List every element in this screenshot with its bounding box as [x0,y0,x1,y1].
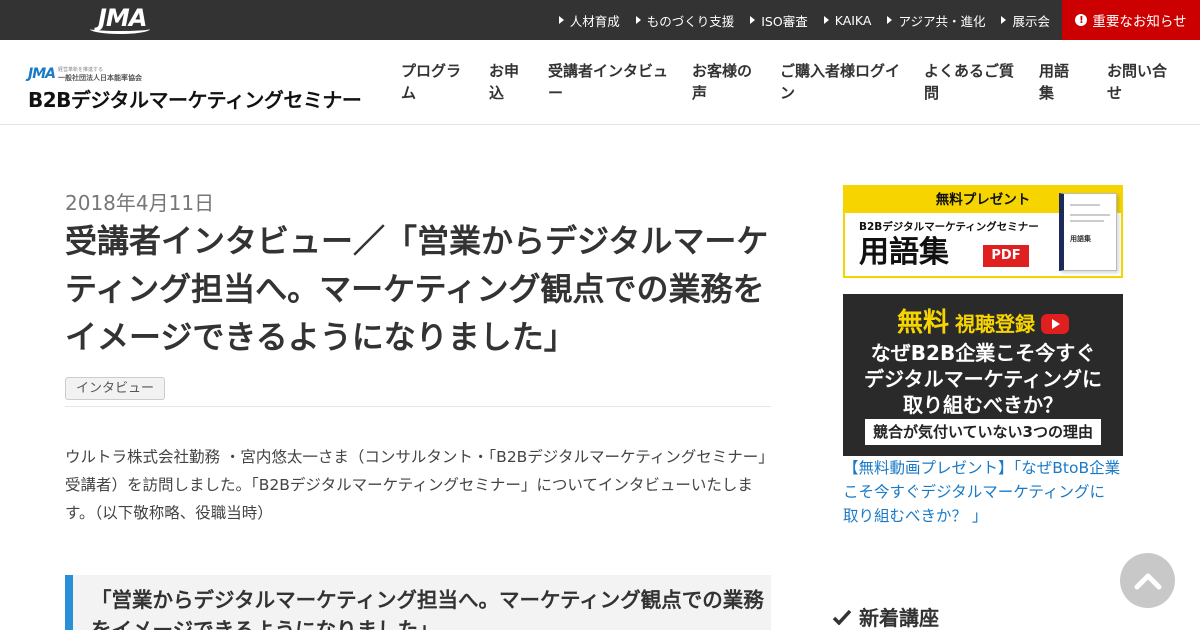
top-link-exhibition[interactable]: 展示会 [1001,11,1050,30]
nav-item-faq[interactable]: よくあるご質問 [924,60,1018,104]
category-tag[interactable]: インタビュー [65,377,166,400]
caret-right-icon [558,16,564,24]
free-video-link[interactable]: 【無料動画プレゼント】「なぜBtoB企業こそ今すぐデジタルマーケティングに 取り… [843,456,1125,528]
top-link-label: ものづくり支援 [646,13,735,29]
free-label: 無料 [896,308,949,338]
banner-row-top: 無料 視聴登録 [843,302,1123,339]
exclamation-icon: ! [1075,14,1088,26]
register-label: 視聴登録 [955,312,1035,336]
banner-footer: 競合が気付いていない3つの理由 [865,419,1101,445]
banner-big-text: 用語集 [859,235,949,270]
logo-org-name: 一般社団法人日本能率協会 [57,74,142,82]
banner-body: なぜB2B企業こそ今すぐ デジタルマーケティングに 取り組むべきか？ [843,340,1123,418]
divider [65,406,771,407]
banner-line: デジタルマーケティングに [864,367,1102,391]
notice-label: 重要なお知らせ [1092,14,1187,30]
logo-swoosh [90,24,150,34]
logo-mark: JMA [28,66,56,82]
logo-tagline: 経営革新を推進する [57,67,103,73]
check-icon [833,609,851,625]
nav-item-contact[interactable]: お問い合せ [1107,60,1171,104]
top-links: 人材育成 ものづくり支援 ISO審査 KAIKA アジア共・進化 展示会 [543,0,1050,40]
chevron-up-icon [1134,573,1161,589]
important-notice-button[interactable]: ! 重要なお知らせ [1062,0,1200,40]
quote-heading: 「営業からデジタルマーケティング担当へ。マーケティング観点での業務をイメージでき… [65,575,771,630]
back-to-top-button[interactable] [1120,553,1175,608]
top-link-label: KAIKA [834,12,872,28]
caret-right-icon [1001,16,1007,24]
top-link-label: 人材育成 [569,13,620,29]
post-title: 受講者インタビュー／「営業からデジタルマーケティング担当へ。マーケティング観点で… [65,222,769,356]
top-link-label: 展示会 [1012,13,1050,29]
top-bar: JMA 人材育成 ものづくり支援 ISO審査 KAIKA アジア共・進化 展示会… [0,0,1200,40]
pdf-badge: PDF [983,245,1029,267]
nav-item-interview[interactable]: 受講者インタビュー [548,60,672,104]
banner-line: 取り組むべきか？ [903,393,1063,417]
jma-logo[interactable]: JMA [90,4,162,36]
nav-item-login[interactable]: ご購入者様ログイン [780,60,904,104]
top-link-jinzai[interactable]: 人材育成 [558,11,620,30]
glossary-banner[interactable]: 無料プレゼント B2Bデジタルマーケティングセミナー 用語集 PDF 用語集 [843,185,1123,278]
nav-item-program[interactable]: プログラム [401,60,465,104]
top-link-label: ISO審査 [761,13,808,29]
top-link-monozukuri[interactable]: ものづくり支援 [635,11,735,30]
nav-item-voice[interactable]: お客様の声 [692,60,756,104]
logo-org: 経営革新を推進する 一般社団法人日本能率協会 [58,66,142,82]
site-name: B2Bデジタルマーケティングセミナー [28,88,362,112]
caret-right-icon [823,16,829,24]
caret-right-icon [635,16,641,24]
youtube-play-icon [1041,314,1069,334]
book-line [1070,204,1100,206]
top-link-label: アジア共・進化 [898,13,986,29]
banner-subtitle: B2Bデジタルマーケティングセミナー [859,221,1039,233]
intro-paragraph: ウルトラ株式会社勤務 ・宮内悠太一さま（コンサルタント・「B2Bデジタルマーケテ… [65,448,767,522]
post-date: 2018年4月11日 [65,191,215,215]
book-line [1070,220,1104,222]
nav-item-glossary[interactable]: 用語集 [1039,60,1073,104]
nav-item-apply[interactable]: お申込 [489,60,523,104]
heading-label: 新着講座 [859,606,939,630]
book-line [1070,214,1110,216]
top-link-iso[interactable]: ISO審査 [750,11,808,30]
site-header: JMA 経営革新を推進する 一般社団法人日本能率協会 B2Bデジタルマーケティング… [0,40,1200,125]
site-logo[interactable]: JMA 経営革新を推進する 一般社団法人日本能率協会 B2Bデジタルマーケティング… [28,64,362,113]
caret-right-icon [750,16,756,24]
quote-text: 「営業からデジタルマーケティング担当へ。マーケティング観点での業務をイメージでき… [91,588,764,630]
book-title: 用語集 [1070,235,1091,243]
new-courses-heading: 新着講座 [833,602,939,630]
caret-right-icon [887,16,893,24]
top-link-asia[interactable]: アジア共・進化 [887,11,985,30]
video-banner[interactable]: 無料 視聴登録 なぜB2B企業こそ今すぐ デジタルマーケティングに 取り組むべきか… [843,294,1123,456]
book-cover-icon: 用語集 [1059,193,1117,271]
top-link-kaika[interactable]: KAIKA [823,12,872,28]
banner-line: なぜB2B企業こそ今すぐ [870,341,1096,365]
